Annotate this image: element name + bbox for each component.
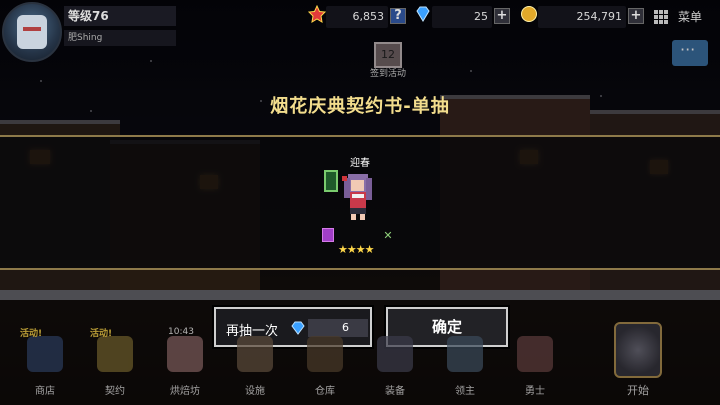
menu-label: 菜单 — [678, 10, 703, 24]
player-name: 肥Shing — [64, 30, 176, 46]
warehouse-icon — [307, 336, 343, 372]
nav-equipment[interactable]: 装备 — [372, 330, 418, 400]
event-badge: 活动! — [90, 329, 113, 339]
top-hud: 等级76 肥Shing 6,853 ? 25 + 254,791 + 菜单 — [0, 0, 720, 62]
help-button[interactable]: ? — [390, 8, 406, 24]
nav-label: 商店 — [35, 386, 55, 397]
nav-contract[interactable]: 活动! 契约 — [90, 329, 138, 400]
grid-icon — [654, 10, 668, 24]
avatar-face — [17, 15, 47, 49]
start-label: 开始 — [627, 384, 649, 397]
gold-value: 254,791 — [538, 6, 626, 28]
gold-coin-icon — [521, 6, 537, 22]
character-sprite[interactable] — [340, 172, 374, 222]
crossed-swords-icon: ✕ — [383, 229, 393, 242]
nav-warrior[interactable]: 勇士 — [512, 330, 558, 400]
banner-title: 烟花庆典契约书-单抽 — [270, 96, 450, 117]
calendar-icon[interactable]: 12 — [374, 42, 402, 68]
character-name: 迎春 — [350, 158, 370, 169]
nav-warehouse[interactable]: 仓库 — [302, 330, 348, 400]
nav-label: 领主 — [455, 386, 475, 397]
start-button[interactable]: 开始 — [608, 318, 668, 402]
scroll-icon — [322, 228, 334, 242]
nav-lord[interactable]: 领主 — [442, 330, 488, 400]
sword-shield-icon — [614, 322, 662, 378]
nav-shop[interactable]: 活动! 商店 — [20, 329, 68, 400]
equipment-icon — [377, 336, 413, 372]
lord-icon — [447, 336, 483, 372]
add-gems-button[interactable]: + — [494, 8, 510, 24]
menu-button[interactable]: 菜单 — [650, 6, 718, 28]
star-currency-icon — [308, 5, 326, 23]
shop-icon — [27, 336, 63, 372]
nav-bakery[interactable]: 烘焙坊 — [162, 330, 208, 400]
nav-facilities[interactable]: 设施 — [232, 330, 278, 400]
nav-label: 契约 — [105, 386, 125, 397]
player-avatar[interactable] — [2, 2, 62, 62]
gem-value: 25 — [432, 6, 492, 28]
nav-label: 装备 — [385, 386, 405, 397]
nav-label: 烘焙坊 — [170, 386, 200, 397]
warrior-icon — [517, 336, 553, 372]
event-label: 签到活动 — [369, 69, 406, 79]
rank-flag-icon — [324, 170, 338, 192]
nav-label: 设施 — [245, 386, 265, 397]
nav-label: 仓库 — [315, 386, 335, 397]
player-level: 等级76 — [64, 6, 176, 26]
facilities-icon — [237, 336, 273, 372]
add-gold-button[interactable]: + — [628, 8, 644, 24]
nav-label: 勇士 — [525, 386, 545, 397]
rarity-stars: ★★★★ — [338, 243, 374, 256]
gem-icon — [416, 6, 430, 22]
contract-icon — [97, 336, 133, 372]
star-currency-value: 6,853 — [326, 6, 388, 28]
bakery-icon — [167, 336, 203, 372]
chat-button[interactable] — [672, 40, 708, 66]
event-badge: 活动! — [20, 329, 43, 339]
